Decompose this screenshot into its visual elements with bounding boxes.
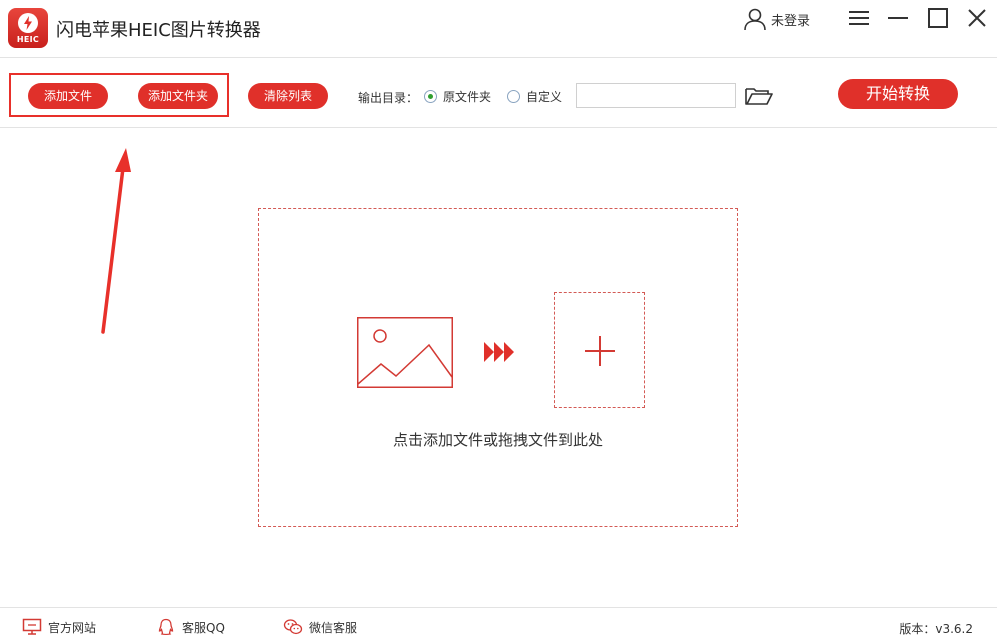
- radio-custom-indicator[interactable]: [507, 90, 520, 103]
- user-icon: [744, 8, 766, 31]
- title-bar: HEIC 闪电苹果HEIC图片转换器 未登录: [0, 0, 997, 58]
- menu-button[interactable]: [845, 4, 873, 32]
- maximize-button[interactable]: [924, 4, 952, 32]
- toolbar: 添加文件 添加文件夹 清除列表 输出目录： 原文件夹 自定义 开始转换: [0, 58, 997, 128]
- radio-original-folder[interactable]: 原文件夹: [424, 88, 491, 105]
- maximize-icon: [928, 8, 948, 28]
- start-convert-button[interactable]: 开始转换: [838, 79, 958, 109]
- triple-arrow-icon: [484, 342, 514, 362]
- folder-open-icon: [745, 88, 773, 105]
- close-button[interactable]: [963, 4, 991, 32]
- drop-zone-hint: 点击添加文件或拖拽文件到此处: [392, 431, 603, 449]
- app-title: 闪电苹果HEIC图片转换器: [56, 20, 261, 41]
- app-logo-icon: HEIC: [8, 8, 48, 48]
- image-icon: [357, 317, 453, 388]
- radio-original-label: 原文件夹: [443, 90, 492, 104]
- annotation-arrow-icon: [101, 148, 131, 334]
- status-bar: 官方网站 客服QQ 微信客服 版本：v3.6.2: [0, 607, 997, 643]
- wechat-icon: [283, 619, 303, 635]
- version-label: 版本：v3.6.2: [899, 622, 973, 636]
- file-drop-zone[interactable]: 点击添加文件或拖拽文件到此处: [258, 208, 738, 527]
- official-site-label: 官方网站: [48, 620, 97, 635]
- plus-icon: [585, 336, 615, 366]
- minimize-button[interactable]: [884, 4, 912, 32]
- output-path-input[interactable]: [576, 83, 736, 108]
- browse-folder-button[interactable]: [744, 84, 774, 108]
- logo-text: HEIC: [16, 35, 40, 44]
- login-status-label: 未登录: [771, 13, 811, 29]
- add-file-button[interactable]: 添加文件: [28, 83, 108, 109]
- add-file-placeholder[interactable]: [554, 292, 645, 408]
- qq-icon: [158, 618, 174, 636]
- official-site-link[interactable]: 官方网站: [22, 618, 96, 636]
- radio-original-indicator[interactable]: [424, 90, 437, 103]
- minimize-icon: [888, 17, 908, 19]
- wechat-support-label: 微信客服: [309, 620, 358, 635]
- radio-custom-folder[interactable]: 自定义: [507, 88, 562, 105]
- qq-support-label: 客服QQ: [182, 620, 225, 635]
- qq-support-link[interactable]: 客服QQ: [156, 618, 225, 636]
- radio-custom-label: 自定义: [526, 90, 563, 104]
- add-folder-button[interactable]: 添加文件夹: [138, 83, 218, 109]
- monitor-icon: [22, 618, 42, 635]
- close-icon: [968, 9, 986, 27]
- clear-list-button[interactable]: 清除列表: [248, 83, 328, 109]
- output-dir-label: 输出目录：: [358, 91, 419, 105]
- login-button[interactable]: 未登录: [742, 6, 810, 32]
- wechat-support-link[interactable]: 微信客服: [283, 618, 357, 636]
- menu-icon: [849, 11, 869, 25]
